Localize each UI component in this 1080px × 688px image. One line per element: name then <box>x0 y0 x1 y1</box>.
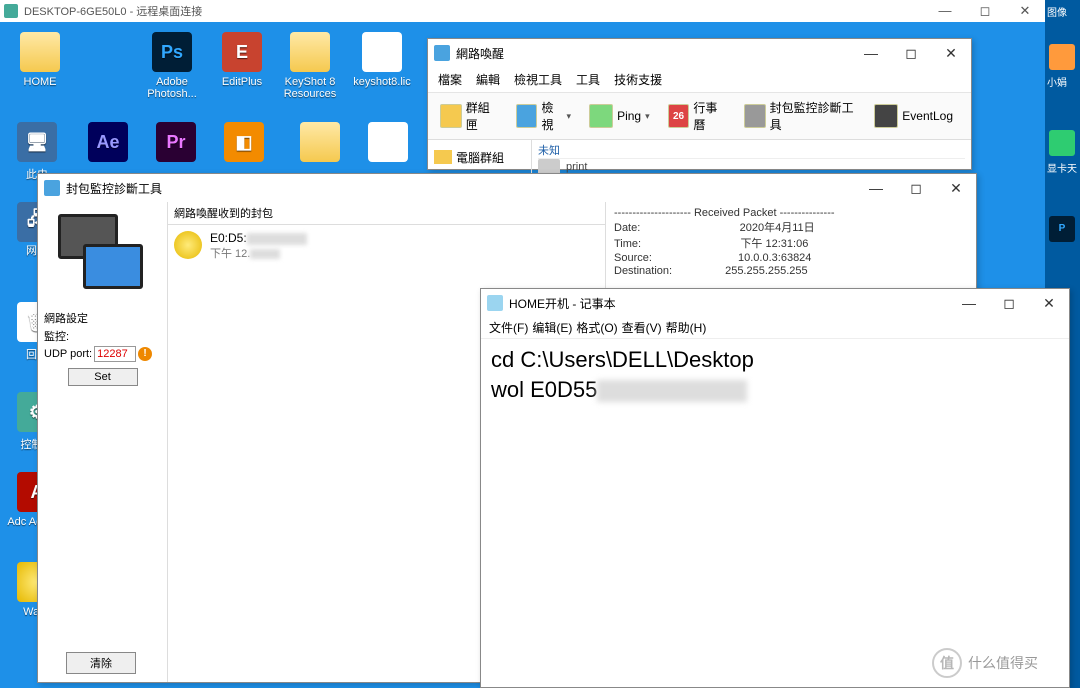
pkt-clear-button[interactable]: 清除 <box>66 652 136 674</box>
note-menu-format[interactable]: 格式(O) <box>576 319 617 336</box>
wol-titlebar[interactable]: 網路喚醒 — ◻ ✕ <box>428 39 971 67</box>
wol-minimize[interactable]: — <box>851 39 891 67</box>
desktop-icon-home[interactable]: HOME <box>8 32 72 88</box>
pkt-set-button[interactable]: Set <box>68 368 138 386</box>
pkt-udp-label: UDP port: <box>44 348 92 360</box>
wakeonlan-window[interactable]: 網路喚醒 — ◻ ✕ 檔案 編輯 檢視工具 工具 技術支援 群組匣 檢視▾ Pi… <box>427 38 972 170</box>
chevron-down-icon: ▾ <box>645 111 650 122</box>
wol-title: 網路喚醒 <box>456 45 504 62</box>
wol-btn-group[interactable]: 群組匣 <box>434 97 504 135</box>
pkt-sidebar: 網路設定 監控: UDP port: ! Set <box>38 202 168 682</box>
desktop-icon-editplus[interactable]: EEditPlus <box>210 32 274 88</box>
rdp-title: DESKTOP-6GE50L0 - 远程桌面连接 <box>24 3 202 19</box>
wol-menu-view[interactable]: 檢視工具 <box>514 71 562 88</box>
pkt-close[interactable]: ✕ <box>936 174 976 202</box>
note-line-1: cd C:\Users\DELL\Desktop <box>491 345 1059 375</box>
wol-btn-view[interactable]: 檢視▾ <box>510 97 577 135</box>
folder-icon <box>440 104 462 128</box>
note-minimize[interactable]: — <box>949 289 989 317</box>
view-icon <box>516 104 537 128</box>
note-menu-edit[interactable]: 编辑(E) <box>532 319 572 336</box>
chevron-down-icon: ▾ <box>567 111 572 122</box>
strip-icon[interactable] <box>1049 130 1075 156</box>
folder-icon <box>434 150 452 164</box>
wol-btn-eventlog[interactable]: EventLog <box>868 102 959 130</box>
pkt-minimize[interactable]: — <box>856 174 896 202</box>
strip-icon[interactable]: P <box>1049 216 1075 242</box>
watermark-icon: 值 <box>932 648 962 678</box>
rdp-maximize[interactable]: ◻ <box>965 0 1005 22</box>
note-text-area[interactable]: cd C:\Users\DELL\Desktop wol E0D55 <box>481 339 1069 410</box>
wol-menu-support[interactable]: 技術支援 <box>614 71 662 88</box>
rdp-close[interactable]: ✕ <box>1005 0 1045 22</box>
notepad-window[interactable]: HOME开机 - 记事本 — ◻ ✕ 文件(F) 编辑(E) 格式(O) 查看(… <box>480 288 1070 688</box>
rdp-icon <box>4 4 18 18</box>
desktop-icon-pr[interactable]: Pr <box>144 122 208 166</box>
calendar-icon: 26 <box>668 104 690 128</box>
desktop-icon-lic[interactable]: keyshot8.lic <box>350 32 414 88</box>
rdp-titlebar: DESKTOP-6GE50L0 - 远程桌面连接 <box>0 0 1045 22</box>
wol-menu-file[interactable]: 檔案 <box>438 71 462 88</box>
desktop-icon-photoshop[interactable]: PsAdobe Photosh... <box>140 32 204 100</box>
wol-app-icon <box>434 45 450 61</box>
warning-icon: ! <box>138 347 152 361</box>
notepad-icon <box>487 295 503 311</box>
eventlog-icon <box>874 104 898 128</box>
desktop-icon-keyshot[interactable]: KeyShot 8 Resources <box>278 32 342 100</box>
note-line-2: wol E0D55 <box>491 375 1059 405</box>
note-menubar: 文件(F) 编辑(E) 格式(O) 查看(V) 帮助(H) <box>481 317 1069 339</box>
lightbulb-icon <box>174 231 202 259</box>
note-menu-file[interactable]: 文件(F) <box>489 319 528 336</box>
strip-icon[interactable] <box>1049 44 1075 70</box>
pkt-list-item[interactable]: E0:D5: 下午 12. <box>168 225 605 267</box>
desktop-icon-vm[interactable]: ◧ <box>212 122 276 166</box>
remote-desktop[interactable]: HOME PsAdobe Photosh... EEditPlus KeySho… <box>0 22 1045 688</box>
desktop-icon-folder[interactable] <box>288 122 352 166</box>
rdp-minimize[interactable]: — <box>925 0 965 22</box>
wol-menu-tool[interactable]: 工具 <box>576 71 600 88</box>
wol-maximize[interactable]: ◻ <box>891 39 931 67</box>
note-maximize[interactable]: ◻ <box>989 289 1029 317</box>
wol-close[interactable]: ✕ <box>931 39 971 67</box>
pkt-net-label: 網路設定 <box>44 310 161 326</box>
pkt-titlebar[interactable]: 封包監控診斷工具 — ◻ ✕ <box>38 174 976 202</box>
pkt-item-mac: E0:D5: <box>210 231 307 245</box>
note-menu-view[interactable]: 查看(V) <box>622 319 662 336</box>
wol-btn-calendar[interactable]: 26行事曆 <box>662 97 732 135</box>
wol-tree[interactable]: 電腦群組 <box>428 140 532 174</box>
wol-menubar: 檔案 編輯 檢視工具 工具 技術支援 <box>428 67 971 93</box>
rdp-window-controls: — ◻ ✕ <box>925 0 1045 22</box>
pkt-app-icon <box>44 180 60 196</box>
ping-icon <box>589 104 613 128</box>
watermark: 值 什么值得买 <box>932 648 1038 678</box>
wol-menu-edit[interactable]: 編輯 <box>476 71 500 88</box>
note-title: HOME开机 - 记事本 <box>509 295 616 312</box>
wol-btn-packet[interactable]: 封包監控診斷工具 <box>738 97 863 135</box>
pkt-item-time: 下午 12. <box>210 245 307 261</box>
note-close[interactable]: ✕ <box>1029 289 1069 317</box>
wol-list-header: 未知 <box>538 142 965 159</box>
note-titlebar[interactable]: HOME开机 - 记事本 — ◻ ✕ <box>481 289 1069 317</box>
pkt-list-header: 網路喚醒收到的封包 <box>168 202 605 225</box>
desktop-icon-ae[interactable]: Ae <box>76 122 140 166</box>
desktop-icon-file[interactable] <box>356 122 420 166</box>
pkt-mon-label: 監控: <box>44 328 161 344</box>
computer-icon <box>58 214 148 304</box>
wol-toolbar: 群組匣 檢視▾ Ping▾ 26行事曆 封包監控診斷工具 EventLog <box>428 93 971 140</box>
note-menu-help[interactable]: 帮助(H) <box>666 319 707 336</box>
wol-btn-ping[interactable]: Ping▾ <box>583 102 656 130</box>
pkt-port-input[interactable] <box>94 346 136 362</box>
pkt-title: 封包監控診斷工具 <box>66 180 162 197</box>
packet-icon <box>744 104 766 128</box>
pkt-maximize[interactable]: ◻ <box>896 174 936 202</box>
